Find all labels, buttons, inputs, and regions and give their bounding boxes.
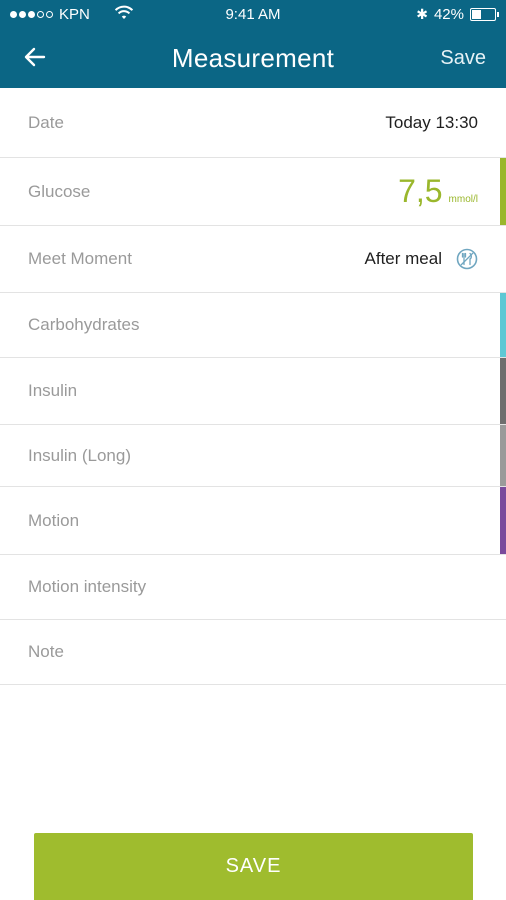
insulin-label: Insulin [28,381,78,400]
date-label: Date [28,112,64,132]
save-button[interactable]: SAVE [34,833,473,900]
motion-row[interactable]: Motion [0,487,506,555]
motion-intensity-row[interactable]: Motion intensity [0,555,506,620]
save-link[interactable]: Save [440,47,486,70]
insulin-row[interactable]: Insulin [0,358,506,425]
glucose-value: 7,5 [398,173,443,209]
battery-percent: 42% [433,6,464,23]
motion-accent-bar [500,487,506,554]
meet-moment-label: Meet Moment [28,249,132,268]
battery-icon [470,8,499,21]
insulin-long-row[interactable]: Insulin (Long) [0,425,506,487]
app-bar: KPN 9:41 AM ✱ 42% Measurement Save [0,0,506,88]
date-value: Today 13:30 [385,112,478,132]
glucose-label: Glucose [28,181,91,201]
carbohydrates-accent-bar [500,293,506,357]
glucose-accent-bar [500,158,506,225]
meal-icon [456,248,478,270]
status-right: ✱ 42% [416,6,499,23]
page-title: Measurement [171,43,335,73]
meet-moment-row[interactable]: Meet Moment After meal [0,226,506,293]
glucose-unit: mmol/l [448,194,478,205]
carbohydrates-row[interactable]: Carbohydrates [0,293,506,358]
note-label: Note [28,642,64,661]
bluetooth-icon: ✱ [416,6,428,22]
glucose-row[interactable]: Glucose 7,5 mmol/l [0,158,506,226]
insulin-long-label: Insulin (Long) [28,445,132,465]
note-row[interactable]: Note [0,620,506,685]
glucose-value-group: 7,5 mmol/l [398,173,478,210]
insulin-accent-bar [500,358,506,424]
motion-intensity-label: Motion intensity [28,577,147,596]
carbohydrates-label: Carbohydrates [28,315,140,334]
status-bar: KPN 9:41 AM ✱ 42% [0,0,506,30]
meet-moment-value: After meal [364,249,442,268]
meet-moment-value-group: After meal [365,248,478,270]
measurement-form: Date Today 13:30 Glucose 7,5 mmol/l Meet… [0,88,506,685]
insulin-long-accent-bar [500,425,506,486]
date-row[interactable]: Date Today 13:30 [0,88,506,158]
motion-label: Motion [28,510,80,530]
